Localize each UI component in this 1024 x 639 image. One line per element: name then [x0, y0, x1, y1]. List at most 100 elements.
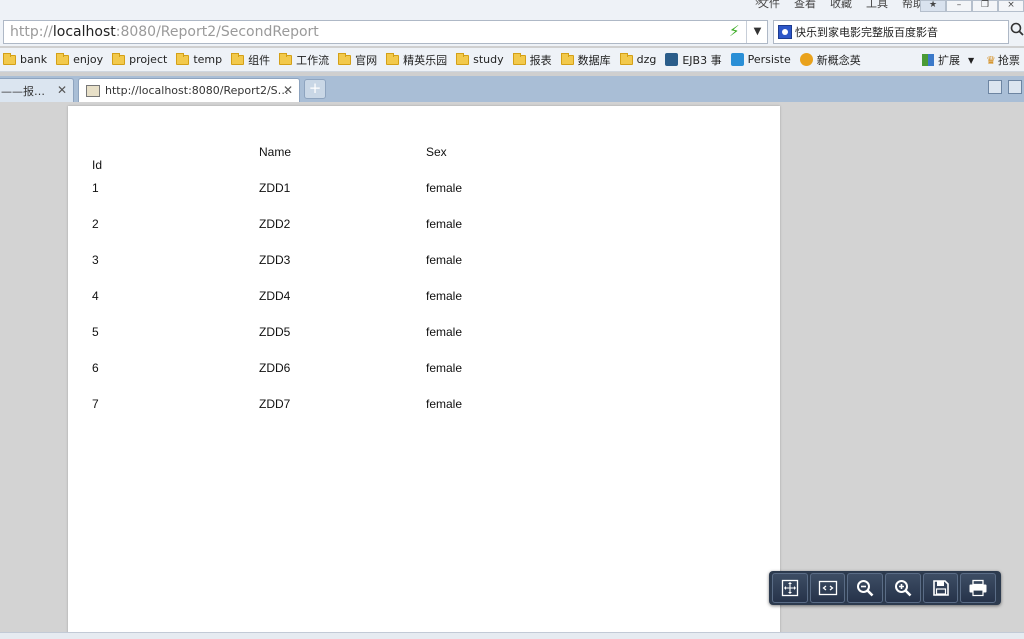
header-name: Name: [259, 145, 292, 159]
cell-id: 6: [92, 361, 99, 375]
ticket-button[interactable]: ♛ 抢票: [986, 52, 1020, 68]
cell-sex: female: [426, 325, 463, 339]
zoom-out-icon[interactable]: [847, 573, 884, 603]
bookmark-persiste[interactable]: Persiste: [730, 53, 791, 66]
folder-icon: [3, 52, 16, 65]
folder-icon: [560, 52, 574, 65]
chevron-down-icon[interactable]: ▼: [746, 21, 768, 43]
bookmark-bank[interactable]: bank: [3, 52, 47, 66]
cell-sex: female: [426, 361, 463, 375]
bookmark-ejb3[interactable]: EJB3 事: [665, 52, 722, 68]
address-bar[interactable]: http://localhost:8080/Report2/SecondRepo…: [3, 20, 768, 44]
bookmarks-bar: bank enjoy project temp 组件 工作流 官网 精英乐园 s…: [0, 48, 1024, 72]
cell-id: 2: [92, 217, 99, 231]
cell-name: ZDD3: [259, 253, 291, 267]
cell-name: ZDD6: [259, 361, 291, 375]
trash-icon[interactable]: [1008, 80, 1022, 94]
bookmark-new-concept[interactable]: 新概念英: [799, 52, 861, 68]
bookmark-workflow[interactable]: 工作流: [279, 52, 329, 68]
close-icon[interactable]: ✕: [283, 83, 293, 97]
extensions-icon: [922, 54, 934, 66]
window-controls: ★ – ❐ ×: [920, 0, 1024, 12]
cell-id: 5: [92, 325, 99, 339]
search-box[interactable]: [773, 20, 1009, 44]
folder-icon: [512, 52, 526, 65]
pin-icon[interactable]: ★: [920, 0, 946, 12]
new-tab-button[interactable]: +: [304, 79, 326, 99]
close-icon[interactable]: ✕: [57, 83, 67, 97]
folder-icon: [112, 52, 126, 65]
folder-icon: [456, 52, 470, 65]
bookmark-project[interactable]: project: [112, 52, 167, 66]
menu-favorites[interactable]: 收藏: [830, 0, 852, 11]
tab-bar: ——报… ✕ http://localhost:8080/Report2/S… …: [0, 76, 1024, 102]
header-sex: Sex: [426, 145, 447, 159]
bookmark-study[interactable]: study: [456, 52, 504, 66]
fit-page-icon[interactable]: [772, 573, 808, 603]
bookmark-temp[interactable]: temp: [176, 52, 222, 66]
cell-sex: female: [426, 397, 463, 411]
bookmark-elite[interactable]: 精英乐园: [386, 52, 447, 68]
url-text[interactable]: http://localhost:8080/Report2/SecondRepo…: [10, 24, 319, 40]
menu-items: 文件 查看 收藏 工具 帮助: [758, 0, 924, 11]
search-engine-icon[interactable]: [778, 25, 792, 39]
bookmark-official[interactable]: 官网: [338, 52, 377, 68]
extensions-button[interactable]: 扩展 ▼: [922, 52, 974, 68]
search-icon[interactable]: [1010, 22, 1024, 42]
folder-icon: [231, 52, 245, 65]
menu-bar: » 文件 查看 收藏 工具 帮助 ★ – ❐ ×: [0, 0, 1024, 18]
report-toolbar: [769, 571, 1001, 605]
fit-width-icon[interactable]: [809, 573, 846, 603]
folder-icon: [338, 52, 352, 65]
page-viewport: Id Name Sex 1 ZDD1 female 2 ZDD2 female …: [0, 102, 1024, 636]
bookmark-reports[interactable]: 报表: [512, 52, 552, 68]
folder-icon: [176, 52, 190, 65]
folder-icon: [619, 52, 633, 65]
tab-tools: [988, 80, 1022, 94]
folder-icon: [279, 52, 293, 65]
menu-file[interactable]: 文件: [758, 0, 780, 11]
header-id: Id: [92, 158, 103, 172]
menu-view[interactable]: 查看: [794, 0, 816, 11]
cell-name: ZDD5: [259, 325, 291, 339]
site-icon: [799, 53, 813, 66]
bookmark-database[interactable]: 数据库: [560, 52, 611, 68]
minimize-icon[interactable]: –: [946, 0, 972, 12]
site-icon: [665, 53, 679, 66]
site-icon: [730, 53, 744, 66]
search-input[interactable]: [795, 21, 1005, 43]
cell-id: 1: [92, 181, 99, 195]
cell-sex: female: [426, 181, 463, 195]
cell-id: 7: [92, 397, 99, 411]
speed-mode-icon[interactable]: ⚡: [729, 22, 740, 40]
cell-name: ZDD4: [259, 289, 291, 303]
cell-sex: female: [426, 253, 463, 267]
restore-tab-icon[interactable]: [988, 80, 1002, 94]
cell-id: 4: [92, 289, 99, 303]
tab-report[interactable]: ——报… ✕: [0, 78, 74, 102]
zoom-in-icon[interactable]: [885, 573, 921, 603]
save-icon[interactable]: [922, 573, 959, 603]
page-icon: [86, 84, 100, 97]
cell-id: 3: [92, 253, 99, 267]
cell-name: ZDD7: [259, 397, 291, 411]
cell-sex: female: [426, 217, 463, 231]
cell-name: ZDD2: [259, 217, 291, 231]
bookmark-enjoy[interactable]: enjoy: [56, 52, 103, 66]
tab-second-report[interactable]: http://localhost:8080/Report2/S… ✕: [78, 78, 300, 102]
address-row: http://localhost:8080/Report2/SecondRepo…: [0, 18, 1024, 46]
restore-icon[interactable]: ❐: [972, 0, 998, 12]
crown-icon: ♛: [986, 53, 996, 67]
cell-name: ZDD1: [259, 181, 291, 195]
close-window-icon[interactable]: ×: [998, 0, 1024, 12]
menu-tools[interactable]: 工具: [866, 0, 888, 11]
print-icon[interactable]: [960, 573, 997, 603]
bookmark-dzg[interactable]: dzg: [619, 52, 656, 66]
cell-sex: female: [426, 289, 463, 303]
bookmark-components[interactable]: 组件: [231, 52, 270, 68]
folder-icon: [56, 52, 70, 65]
report-page: Id Name Sex 1 ZDD1 female 2 ZDD2 female …: [68, 106, 780, 636]
chevron-down-icon[interactable]: ▼: [968, 56, 974, 65]
status-bar: [0, 632, 1024, 639]
folder-icon: [386, 52, 400, 65]
